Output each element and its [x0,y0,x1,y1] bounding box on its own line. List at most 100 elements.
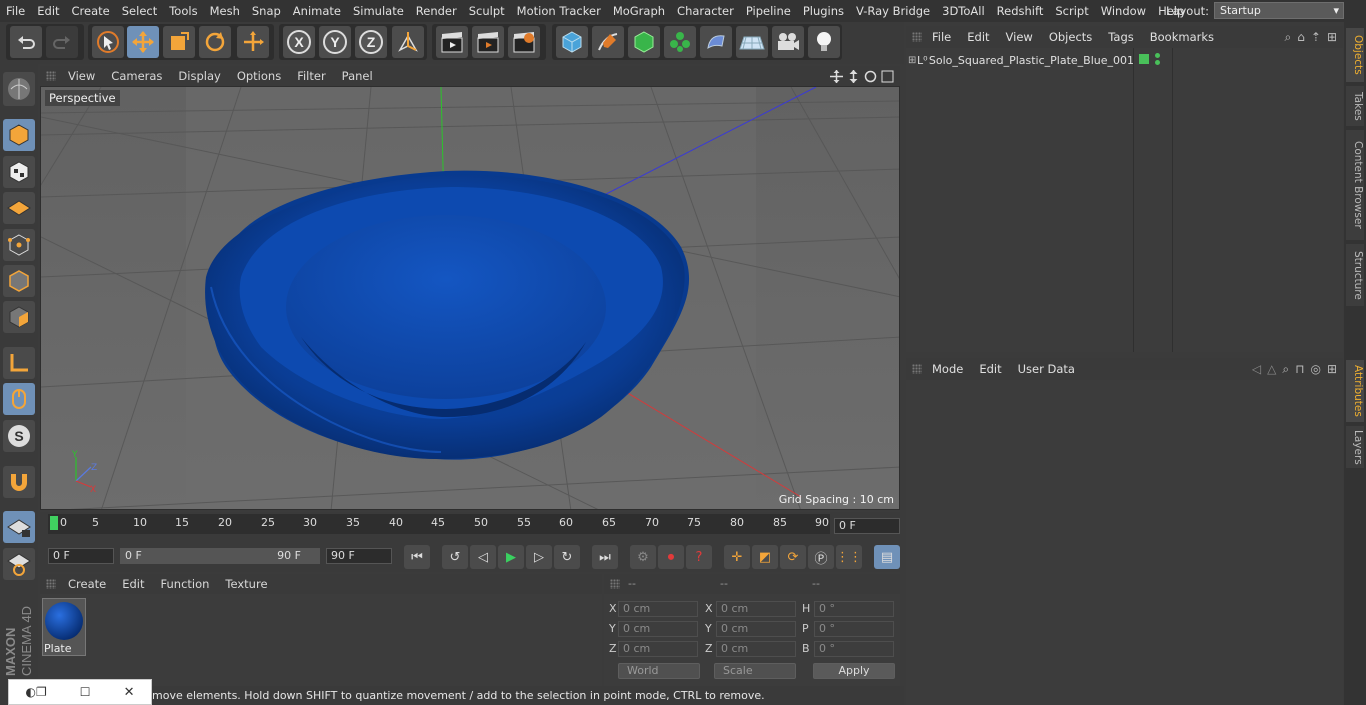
layout-dropdown[interactable]: Startup ▾ [1214,2,1344,19]
undo-button[interactable] [10,26,42,58]
menu-script[interactable]: Script [1049,0,1094,22]
menu-file[interactable]: File [0,0,31,22]
transform-tool-button[interactable] [237,26,269,58]
menu-sculpt[interactable]: Sculpt [463,0,511,22]
menu-3dtoall[interactable]: 3DToAll [936,0,991,22]
redo-button[interactable] [46,26,78,58]
pos-y-field[interactable]: 0 cm [618,621,698,637]
zoom-view-icon[interactable] [847,69,860,83]
key-parameter-button[interactable]: Ⓟ [808,545,834,569]
current-frame-field[interactable]: 0 F [834,518,900,534]
previous-frame-button[interactable]: ◁ [470,545,496,569]
workplane-lock-button[interactable] [3,511,35,543]
deformer-button[interactable] [700,26,732,58]
size-x-field[interactable]: 0 cm [716,601,796,617]
material-menu-create[interactable]: Create [60,577,114,591]
subdivision-surface-button[interactable] [628,26,660,58]
panel-grip-icon[interactable] [46,579,56,589]
menu-simulate[interactable]: Simulate [347,0,410,22]
panel-grip-icon[interactable] [46,71,56,81]
render-view-button[interactable] [436,26,468,58]
new-panel-icon[interactable]: ⊞ [1327,362,1337,377]
timeline-window-button[interactable]: ▤ [874,545,900,569]
key-rotation-button[interactable]: ⟳ [780,545,806,569]
menu-snap[interactable]: Snap [246,0,287,22]
viewport-menu-filter[interactable]: Filter [289,69,333,83]
menu-plugins[interactable]: Plugins [797,0,850,22]
menu-render[interactable]: Render [410,0,463,22]
viewport-menu-panel[interactable]: Panel [334,69,381,83]
pen-spline-button[interactable] [592,26,624,58]
tab-layers[interactable]: Layers [1346,426,1364,468]
make-editable-button[interactable] [3,72,35,106]
viewport-menu-options[interactable]: Options [229,69,289,83]
play-button[interactable]: ▶ [498,545,524,569]
maximize-view-icon[interactable] [881,70,894,83]
menu-animate[interactable]: Animate [287,0,347,22]
keyframe-selection-button[interactable]: ? [686,545,712,569]
search-icon[interactable]: ⌕ [1282,362,1289,377]
live-selection-button[interactable] [92,26,124,58]
expand-plus-icon[interactable]: ⊞ [908,55,917,66]
z-axis-lock-button[interactable]: Z [355,26,387,58]
key-position-button[interactable]: ✛ [724,545,750,569]
pos-z-field[interactable]: 0 cm [618,641,698,657]
lock-icon[interactable]: ⊓ [1295,362,1304,377]
menu-window[interactable]: Window [1095,0,1152,22]
previous-key-button[interactable]: ↺ [442,545,468,569]
panel-grip-icon[interactable] [610,579,620,589]
cloner-button[interactable] [664,26,696,58]
y-axis-lock-button[interactable]: Y [319,26,351,58]
autokeying-button[interactable]: ⏺ [658,545,684,569]
solo-mode-button[interactable]: S [3,420,35,452]
attributes-menu-user-data[interactable]: User Data [1010,362,1083,376]
workplane-mode-button[interactable] [3,192,35,224]
object-menu-tags[interactable]: Tags [1100,30,1141,44]
object-row[interactable]: ⊞ L⁰ Solo_Squared_Plastic_Plate_Blue_001 [908,52,1134,68]
material-menu-function[interactable]: Function [153,577,218,591]
material-menu-texture[interactable]: Texture [217,577,275,591]
up-arrow-icon[interactable]: △ [1267,362,1276,377]
model-mode-button[interactable] [3,119,35,151]
home-icon[interactable]: ⌂ [1297,30,1305,45]
viewport-menu-cameras[interactable]: Cameras [103,69,170,83]
object-name[interactable]: Solo_Squared_Plastic_Plate_Blue_001 [929,54,1134,67]
viewport-menu-view[interactable]: View [60,69,103,83]
timeline-ruler[interactable]: 0 5 10 15 20 25 30 35 40 45 50 55 60 65 … [48,514,830,534]
size-mode-dropdown[interactable]: Scale [714,663,796,679]
menu-motion-tracker[interactable]: Motion Tracker [511,0,607,22]
camera-button[interactable] [772,26,804,58]
object-menu-objects[interactable]: Objects [1041,30,1100,44]
texture-mode-button[interactable] [3,156,35,188]
polygons-mode-button[interactable] [3,301,35,333]
up-arrow-icon[interactable]: ⇡ [1311,30,1321,45]
object-menu-edit[interactable]: Edit [959,30,997,44]
record-active-objects-button[interactable]: ⚙ [630,545,656,569]
coordinate-space-dropdown[interactable]: World [618,663,700,679]
menu-character[interactable]: Character [671,0,740,22]
rotate-tool-button[interactable] [199,26,231,58]
snap-button[interactable] [3,466,35,498]
size-z-field[interactable]: 0 cm [716,641,796,657]
max-time-field[interactable]: 90 F [326,548,392,564]
back-arrow-icon[interactable]: ◁ [1252,362,1261,377]
object-menu-bookmarks[interactable]: Bookmarks [1142,30,1222,44]
light-button[interactable] [808,26,840,58]
tab-content-browser[interactable]: Content Browser [1346,130,1364,240]
target-icon[interactable]: ◎ [1310,362,1320,377]
scale-tool-button[interactable] [163,26,195,58]
render-to-picture-viewer-button[interactable] [472,26,504,58]
rot-p-field[interactable]: 0 ° [814,621,894,637]
size-y-field[interactable]: 0 cm [716,621,796,637]
attributes-menu-edit[interactable]: Edit [971,362,1009,376]
pan-view-icon[interactable] [830,69,843,83]
app-restore-icon[interactable]: ◐❐ [26,685,47,699]
tab-attributes[interactable]: Attributes [1346,360,1364,422]
material-menu-edit[interactable]: Edit [114,577,152,591]
go-to-start-button[interactable]: ⏮ [404,545,430,569]
edges-mode-button[interactable] [3,265,35,297]
menu-tools[interactable]: Tools [163,0,203,22]
perspective-viewport[interactable]: Y Z X Perspective Grid Spacing : 10 cm [40,86,900,510]
coordinate-system-button[interactable] [392,26,424,58]
rotate-view-icon[interactable] [864,70,877,83]
